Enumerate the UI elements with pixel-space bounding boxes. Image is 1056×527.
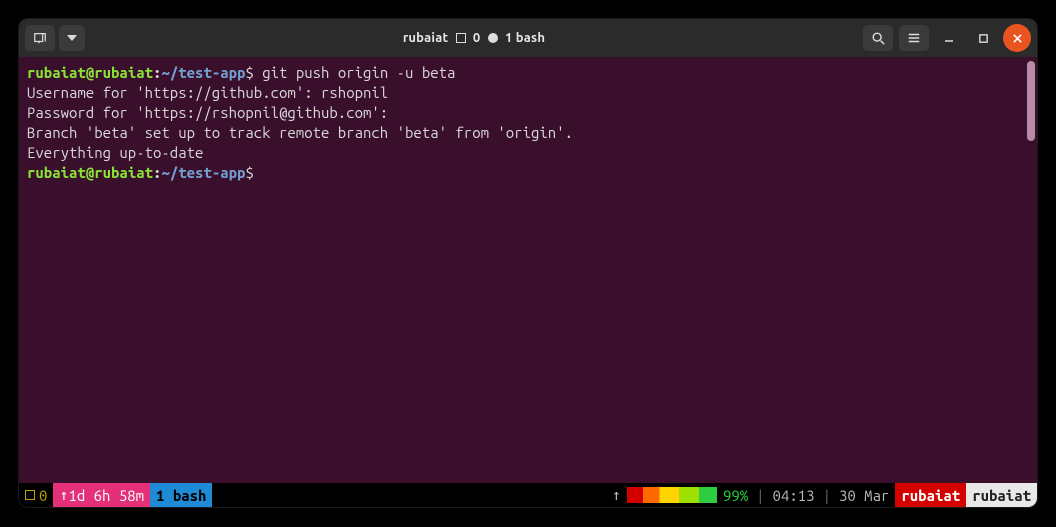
status-window-list[interactable]: 1 bash xyxy=(150,483,212,507)
terminal-line: rubaiat@rubaiat:~/test-app$ xyxy=(27,163,1029,183)
prompt-path: ~/test-app xyxy=(161,64,245,81)
output-text: Password for 'https://rshopnil@github.co… xyxy=(27,104,397,121)
title-user: rubaiat xyxy=(403,31,448,45)
tab-menu-button[interactable] xyxy=(59,25,85,51)
active-window: 1 bash xyxy=(156,487,206,504)
status-uptime: ↑ 1d 6h 58m xyxy=(53,483,150,507)
prompt-host: rubaiat xyxy=(94,164,153,181)
prompt-dollar: $ xyxy=(245,164,253,181)
terminal-output[interactable]: rubaiat@rubaiat:~/test-app$ git push ori… xyxy=(19,57,1037,483)
prompt-command: git push origin -u beta xyxy=(254,64,456,81)
title-square-icon xyxy=(456,33,466,43)
output-text: Username for 'https://github.com': rshop… xyxy=(27,84,388,101)
title-count-a: 0 xyxy=(473,31,481,45)
prompt-command xyxy=(254,164,262,181)
host-value: rubaiat xyxy=(901,487,960,504)
title-proc: bash xyxy=(516,31,545,45)
terminal-window: rubaiat 0 1 bash xyxy=(18,18,1038,508)
prompt-dollar: $ xyxy=(245,64,253,81)
battery-pct: 99% xyxy=(723,487,748,504)
window-title: rubaiat 0 1 bash xyxy=(91,31,857,45)
uptime-value: 1d 6h 58m xyxy=(68,487,144,504)
status-network: ↑ xyxy=(606,483,627,507)
maximize-button[interactable] xyxy=(969,24,997,52)
terminal-line: Username for 'https://github.com': rshop… xyxy=(27,83,1029,103)
output-text: Branch 'beta' set up to track remote bra… xyxy=(27,124,573,141)
scrollbar-thumb[interactable] xyxy=(1027,61,1035,141)
close-button[interactable] xyxy=(1003,24,1031,52)
status-time: 04:13 xyxy=(767,483,821,507)
search-button[interactable] xyxy=(863,25,893,51)
user-value: rubaiat xyxy=(972,487,1031,504)
output-text: Everything up-to-date xyxy=(27,144,203,161)
prompt-at: @ xyxy=(86,164,94,181)
status-load-bar xyxy=(627,483,717,507)
rainbow-bar-icon xyxy=(627,487,717,503)
terminal-area: rubaiat@rubaiat:~/test-app$ git push ori… xyxy=(19,57,1037,507)
session-number: 0 xyxy=(39,487,47,504)
status-line: 0 ↑ 1d 6h 58m 1 bash ↑ 99% | 04:13 xyxy=(19,483,1037,507)
status-sep: | xyxy=(754,487,766,504)
minimize-button[interactable] xyxy=(935,24,963,52)
hamburger-menu-button[interactable] xyxy=(899,25,929,51)
status-host: rubaiat xyxy=(895,483,966,507)
new-tab-button[interactable] xyxy=(25,25,55,51)
uptime-arrow-icon: ↑ xyxy=(59,486,68,504)
status-date: 30 Mar xyxy=(833,483,895,507)
titlebar-right-controls xyxy=(863,24,1031,52)
prompt-host: rubaiat xyxy=(94,64,153,81)
terminal-line: Branch 'beta' set up to track remote bra… xyxy=(27,123,1029,143)
prompt-path: ~/test-app xyxy=(161,164,245,181)
title-count-b: 1 xyxy=(505,31,513,45)
titlebar-left-controls xyxy=(25,25,85,51)
time-value: 04:13 xyxy=(773,487,815,504)
terminal-line: rubaiat@rubaiat:~/test-app$ git push ori… xyxy=(27,63,1029,83)
prompt-user: rubaiat xyxy=(27,64,86,81)
status-sep: | xyxy=(821,487,833,504)
title-dot-icon xyxy=(488,33,498,43)
status-session[interactable]: 0 xyxy=(19,483,53,507)
titlebar: rubaiat 0 1 bash xyxy=(19,19,1037,57)
status-battery: 99% xyxy=(717,483,754,507)
status-user: rubaiat xyxy=(966,483,1037,507)
prompt-at: @ xyxy=(86,64,94,81)
session-icon xyxy=(25,490,35,500)
date-value: 30 Mar xyxy=(839,487,889,504)
net-arrow-icon: ↑ xyxy=(612,486,621,504)
status-spacer xyxy=(212,483,605,507)
terminal-line: Password for 'https://rshopnil@github.co… xyxy=(27,103,1029,123)
terminal-line: Everything up-to-date xyxy=(27,143,1029,163)
prompt-user: rubaiat xyxy=(27,164,86,181)
